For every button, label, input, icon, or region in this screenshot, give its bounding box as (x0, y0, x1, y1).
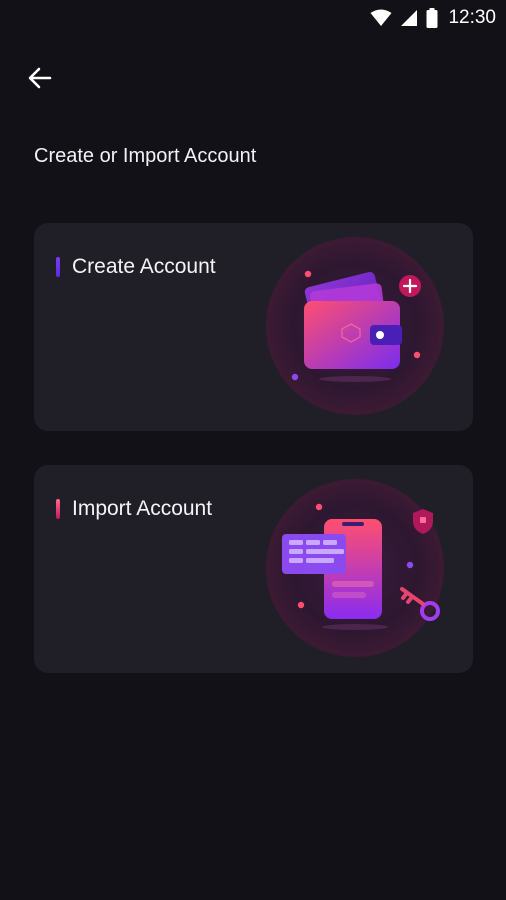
create-account-label-row: Create Account (56, 255, 216, 279)
page-title: Create or Import Account (34, 145, 257, 167)
accent-bar (56, 257, 60, 277)
create-account-label: Create Account (72, 255, 216, 278)
back-button[interactable] (20, 58, 60, 98)
wallet-illustration (266, 237, 444, 415)
battery-icon (426, 8, 438, 28)
signal-icon (401, 10, 418, 26)
arrow-left-icon (28, 67, 52, 89)
status-icons: 12:30 (370, 6, 496, 30)
import-account-card[interactable]: Import Account (34, 465, 473, 673)
wifi-icon (370, 9, 392, 26)
create-account-card[interactable]: Create Account (34, 223, 473, 431)
import-account-label: Import Account (72, 497, 213, 520)
phone-key-illustration (266, 479, 444, 657)
status-bar: 12:30 (0, 0, 506, 36)
import-account-label-row: Import Account (56, 497, 212, 521)
screen: 12:30 Create or Import Account Create Ac… (0, 0, 506, 900)
status-time: 12:30 (448, 7, 496, 28)
accent-bar (56, 499, 60, 519)
